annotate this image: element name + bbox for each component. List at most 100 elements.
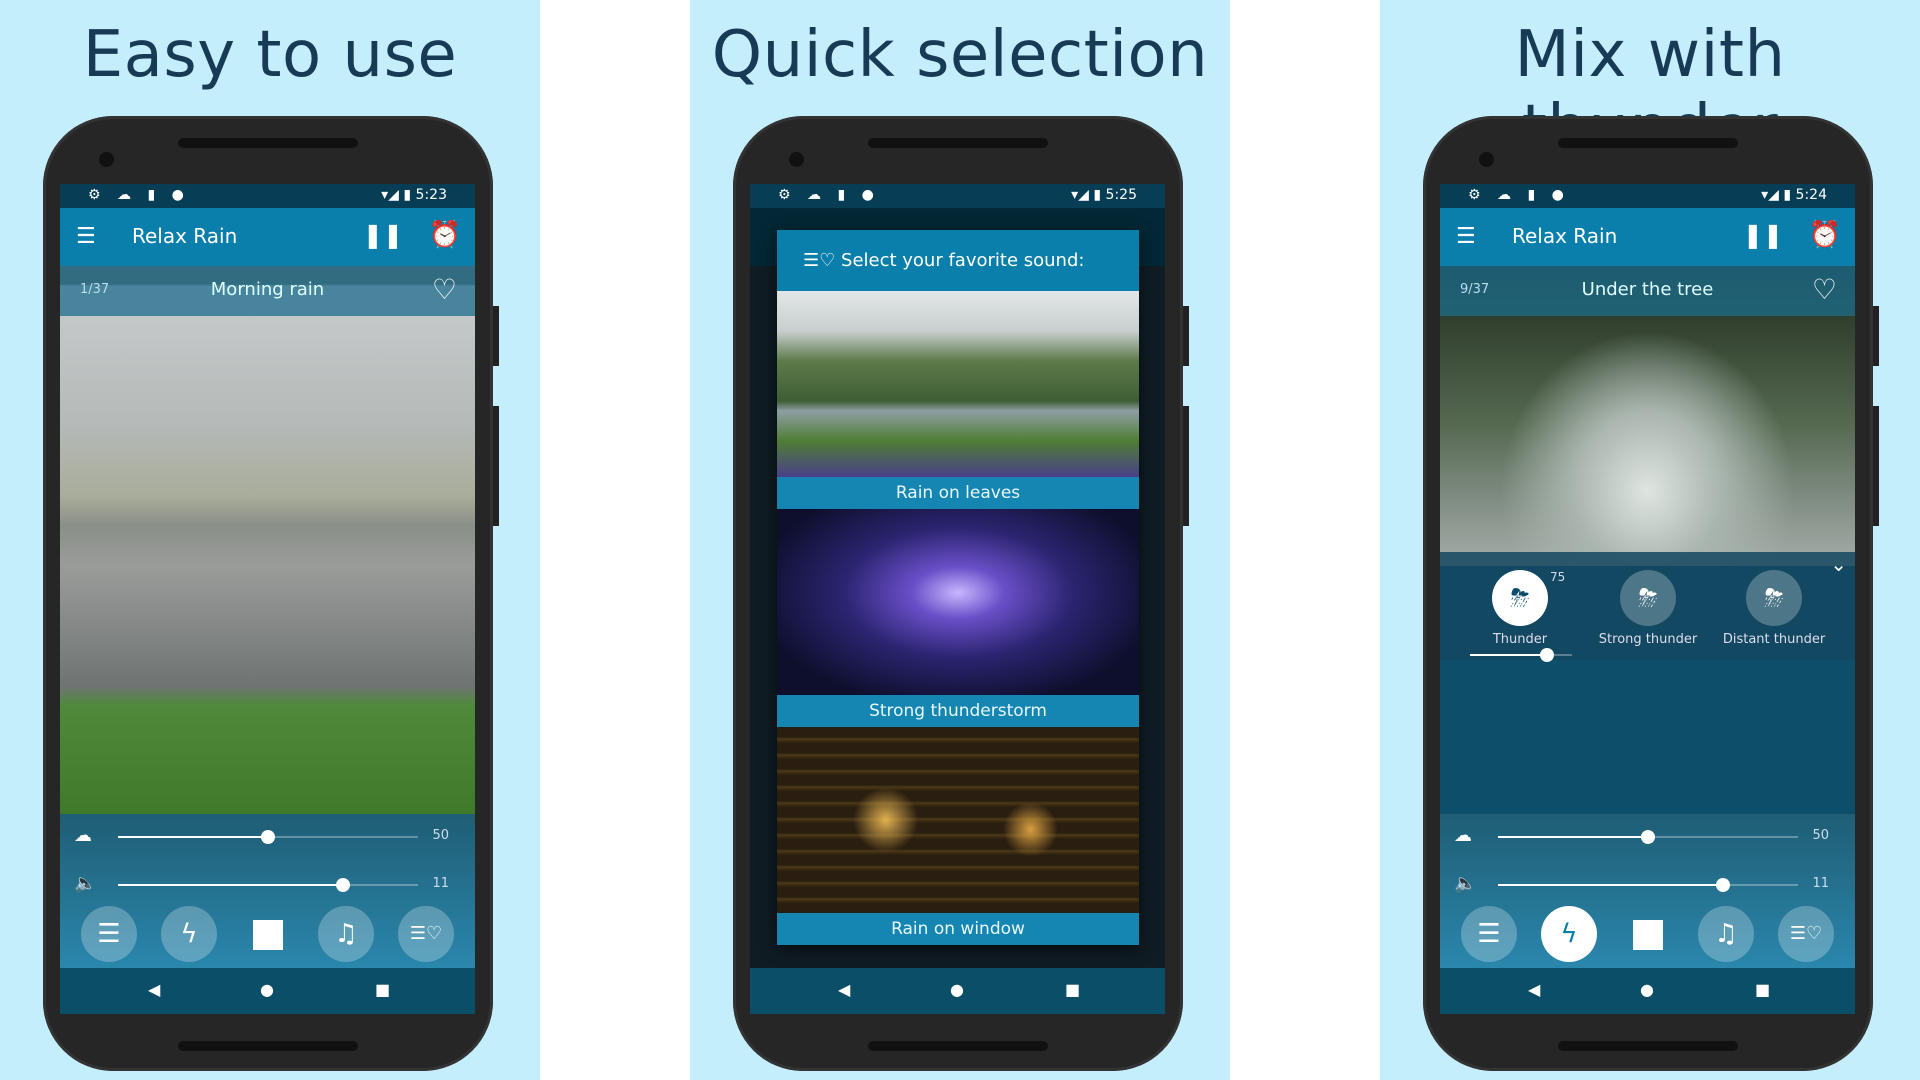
back-icon[interactable]: ◀ (838, 980, 850, 999)
heart-icon[interactable]: ♡ (1812, 273, 1837, 306)
list-button[interactable]: ☰ (81, 906, 137, 962)
favorites-button[interactable]: ☰♡ (1778, 906, 1834, 962)
camera (1479, 152, 1494, 167)
rain-icon: ☁ (1454, 825, 1472, 846)
power-button (1183, 306, 1189, 366)
app-title: Relax Rain (1512, 224, 1618, 248)
stop-button[interactable] (240, 906, 296, 962)
back-icon[interactable]: ◀ (1528, 980, 1540, 999)
slider-fill (1470, 654, 1547, 656)
thunder-option-strong[interactable]: ⛈ (1620, 570, 1676, 626)
sound-option-strong-thunderstorm[interactable]: Strong thunderstorm (777, 509, 1139, 727)
sound-option-rain-on-leaves[interactable]: Rain on leaves (777, 291, 1139, 509)
app-screen: ⚙ ☁ ▮ ● ▾◢ ▮ 5:25 ☰♡ Select your favorite… (750, 184, 1165, 1014)
headline: Quick selection (711, 18, 1209, 92)
recent-icon[interactable]: ■ (1755, 980, 1770, 999)
slider-knob[interactable] (336, 878, 350, 892)
thunder-label: Thunder (1492, 632, 1548, 647)
volume-slider-row: 🔈 11 (1440, 873, 1855, 897)
sound-header: 9/37 Under the tree ♡ (1440, 266, 1855, 316)
back-icon[interactable]: ◀ (148, 980, 160, 999)
speaker (178, 138, 358, 148)
slider-knob[interactable] (1716, 878, 1730, 892)
status-icons: ⚙ ☁ ▮ ● (1468, 187, 1570, 203)
status-bar: ⚙ ☁ ▮ ● ▾◢ ▮ 5:25 (750, 184, 1165, 208)
stop-button[interactable] (1620, 906, 1676, 962)
sound-label: Rain on window (777, 913, 1139, 945)
status-bar: ⚙ ☁ ▮ ● ▾◢ ▮ 5:24 (1440, 184, 1855, 208)
sound-selection-dialog: ☰♡ Select your favorite sound: Rain on l… (777, 230, 1139, 945)
menu-icon[interactable]: ☰ (1456, 224, 1476, 249)
slider-fill (118, 836, 268, 838)
collapse-icon[interactable]: ⌄ (1830, 552, 1847, 576)
stop-icon (253, 919, 283, 950)
favorites-button[interactable]: ☰♡ (398, 906, 454, 962)
power-button (1873, 306, 1879, 366)
speaker-bottom (178, 1041, 358, 1051)
rain-slider-row: ☁ 50 (1440, 825, 1855, 849)
slider-fill (1498, 836, 1648, 838)
list-button[interactable]: ☰ (1461, 906, 1517, 962)
camera (789, 152, 804, 167)
speaker (1558, 138, 1738, 148)
home-icon[interactable]: ● (1640, 980, 1654, 999)
music-button[interactable]: ♫ (318, 906, 374, 962)
stop-icon (1633, 919, 1663, 950)
rain-photo (60, 266, 475, 814)
thunder-slider[interactable] (1470, 648, 1572, 662)
speaker (868, 138, 1048, 148)
volume-rocker (1183, 406, 1189, 526)
phone-frame: ⚙ ☁ ▮ ● ▾◢ ▮ 5:23 ☰ Relax Rain ❚❚ ⏰ 1/37 … (43, 116, 499, 1071)
alarm-icon[interactable]: ⏰ (1809, 220, 1841, 250)
sound-thumbnail (777, 291, 1139, 477)
recent-icon[interactable]: ■ (1065, 980, 1080, 999)
dialog-title: Select your favorite sound: (841, 250, 1085, 271)
thunder-option-distant[interactable]: ⛈ (1746, 570, 1802, 626)
status-right: ▾◢ ▮ 5:23 (381, 187, 447, 203)
app-bar: ☰ Relax Rain ❚❚ ⏰ (60, 208, 475, 266)
thunder-button[interactable]: ϟ (161, 906, 217, 962)
volume-icon: 🔈 (74, 873, 97, 894)
menu-icon[interactable]: ☰ (76, 224, 96, 249)
music-button[interactable]: ♫ (1698, 906, 1754, 962)
thunder-option-thunder[interactable]: ⛈ (1492, 570, 1548, 626)
headline: Easy to use (82, 18, 458, 92)
recent-icon[interactable]: ■ (375, 980, 390, 999)
alarm-icon[interactable]: ⏰ (429, 220, 461, 250)
home-icon[interactable]: ● (950, 980, 964, 999)
volume-value: 11 (1812, 876, 1829, 891)
volume-slider[interactable] (1498, 878, 1798, 892)
phone-frame: ⚙ ☁ ▮ ● ▾◢ ▮ 5:25 ☰♡ Select your favorite… (733, 116, 1189, 1071)
home-icon[interactable]: ● (260, 980, 274, 999)
sound-thumbnail (777, 509, 1139, 695)
volume-icon: 🔈 (1454, 873, 1477, 894)
thunder-value: 75 (1550, 570, 1566, 584)
thunder-button[interactable]: ϟ (1541, 906, 1597, 962)
heart-icon[interactable]: ♡ (432, 273, 457, 306)
sound-label: Rain on leaves (777, 477, 1139, 509)
favorite-list-icon: ☰♡ (803, 250, 836, 271)
rain-slider[interactable] (118, 830, 418, 844)
dialog-header: ☰♡ Select your favorite sound: (777, 230, 1139, 291)
pause-icon[interactable]: ❚❚ (363, 221, 403, 249)
pause-icon[interactable]: ❚❚ (1743, 221, 1783, 249)
power-button (493, 306, 499, 366)
sound-option-rain-on-window[interactable]: Rain on window (777, 727, 1139, 945)
slider-fill (1498, 884, 1723, 886)
slider-knob[interactable] (1539, 648, 1554, 662)
volume-slider[interactable] (118, 878, 418, 892)
sound-thumbnail (777, 727, 1139, 913)
sound-label: Strong thunderstorm (777, 695, 1139, 727)
camera (99, 152, 114, 167)
slider-knob[interactable] (261, 830, 275, 844)
volume-value: 11 (432, 876, 449, 891)
volume-rocker (1873, 406, 1879, 526)
rain-slider-row: ☁ 50 (60, 825, 475, 849)
bottom-buttons: ☰ ϟ ♫ ☰♡ (60, 906, 475, 962)
rain-value: 50 (432, 828, 449, 843)
volume-slider-row: 🔈 11 (60, 873, 475, 897)
rain-slider[interactable] (1498, 830, 1798, 844)
panel-easy-to-use: Easy to use ⚙ ☁ ▮ ● ▾◢ ▮ 5:23 ☰ Relax Rai… (0, 0, 540, 1080)
slider-knob[interactable] (1641, 830, 1655, 844)
panel-mix-with-thunder: Mix with thunder ⚙ ☁ ▮ ●▾◢ ▮ 5:24 ☰ Rela… (1380, 0, 1920, 1080)
